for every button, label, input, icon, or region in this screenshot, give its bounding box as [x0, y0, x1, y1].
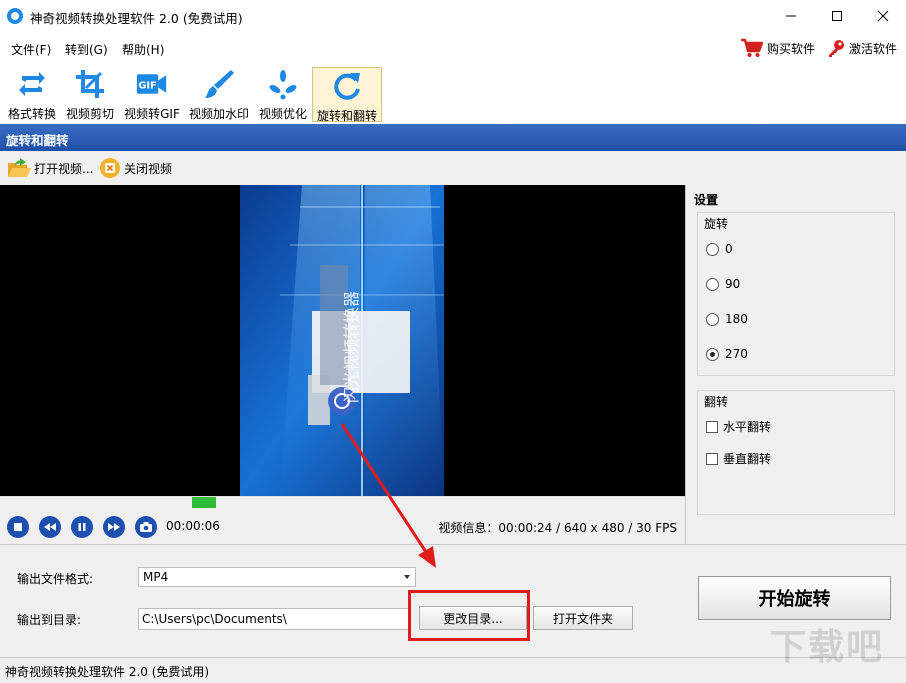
rotate-option-180[interactable]: 180 — [706, 312, 748, 326]
menu-file[interactable]: 文件(F) — [11, 41, 51, 58]
stop-icon — [14, 523, 22, 531]
rotate-radio[interactable] — [706, 347, 719, 361]
buy-software-button[interactable]: 购买软件 — [740, 36, 815, 60]
rotate-icon — [331, 70, 363, 102]
format-convert-icon — [16, 68, 48, 100]
buy-software-label: 购买软件 — [767, 41, 816, 56]
flip-horizontal-checkbox[interactable] — [706, 420, 718, 433]
output-dir-label: 输出到目录: — [17, 613, 82, 627]
camera-icon — [140, 522, 152, 532]
gif-text: GIF — [138, 80, 156, 91]
stop-button[interactable] — [7, 516, 29, 538]
status-text: 神奇视频转换处理软件 2.0 (免费试用) — [5, 665, 210, 679]
maximize-icon — [832, 11, 842, 21]
snapshot-button[interactable] — [135, 516, 157, 538]
video-frame-text: 闪光视频转换器 — [342, 290, 361, 403]
section-title: 旋转和翻转 — [6, 133, 69, 148]
sub-toolbar: 打开视频... 关闭视频 — [0, 151, 906, 185]
close-video-label: 关闭视频 — [124, 161, 173, 176]
menu-goto[interactable]: 转到(G) — [65, 41, 108, 58]
settings-title: 设置 — [694, 193, 719, 207]
rotate-option-0[interactable]: 0 — [706, 242, 733, 256]
tool-label: 视频加水印 — [188, 107, 249, 121]
rotate-option-90[interactable]: 90 — [706, 277, 740, 291]
tool-video-cut[interactable]: 视频剪切 — [62, 66, 118, 122]
minimize-button[interactable] — [768, 0, 814, 32]
open-folder-icon — [8, 158, 31, 177]
tool-label: 视频剪切 — [65, 107, 114, 121]
rotate-option-label: 0 — [725, 242, 733, 256]
playback-controls: 00:00:06 视频信息：00:00:24 / 640 x 480 / 30 … — [0, 508, 685, 544]
output-format-select[interactable]: MP4 — [138, 567, 416, 587]
annotation-highlight-box — [408, 590, 530, 641]
flip-vertical-label: 垂直翻转 — [723, 452, 772, 466]
activate-software-label: 激活软件 — [849, 41, 898, 56]
open-folder-button[interactable]: 打开文件夹 — [533, 606, 633, 630]
site-watermark: 下载吧 — [770, 627, 885, 668]
rewind-icon — [44, 523, 56, 531]
video-preview[interactable]: 闪光视频转换器 — [0, 185, 685, 496]
optimize-icon — [267, 68, 299, 100]
flip-group: 翻转 水平翻转 垂直翻转 — [697, 390, 895, 515]
rotate-option-label: 90 — [725, 277, 741, 291]
tool-watermark[interactable]: 视频加水印 — [187, 66, 251, 122]
tool-label: 旋转和翻转 — [316, 109, 377, 123]
flip-vertical-option[interactable]: 垂直翻转 — [706, 450, 771, 467]
key-icon — [829, 40, 844, 57]
close-window-button[interactable] — [860, 0, 906, 32]
settings-panel: 设置 旋转 0 90 180 270 翻转 水平翻转 垂直翻转 — [685, 185, 906, 544]
video-frame: 闪光视频转换器 — [240, 185, 444, 496]
title-bar: 神奇视频转换处理软件 2.0 (免费试用) — [0, 0, 906, 32]
minimize-icon — [786, 15, 796, 17]
rotate-radio[interactable] — [706, 242, 719, 256]
flip-vertical-checkbox[interactable] — [706, 452, 718, 465]
activate-software-button[interactable]: 激活软件 — [826, 36, 897, 60]
brush-icon — [203, 68, 235, 100]
tool-label: 视频转GIF — [124, 107, 180, 121]
rotate-option-label: 180 — [725, 312, 748, 326]
output-format-label: 输出文件格式: — [17, 572, 94, 586]
rotate-radio[interactable] — [706, 312, 719, 326]
tool-video-to-gif[interactable]: GIF 视频转GIF — [121, 66, 183, 122]
open-video-label: 打开视频... — [34, 161, 94, 176]
rotate-group: 旋转 0 90 180 270 — [697, 212, 895, 376]
close-icon — [877, 10, 889, 22]
rotate-radio[interactable] — [706, 277, 719, 291]
open-video-button[interactable]: 打开视频... — [7, 157, 93, 179]
maximize-button[interactable] — [814, 0, 860, 32]
main-toolbar: 格式转换 视频剪切 GIF 视频转GIF 视频加水印 视频优化 旋转和翻转 — [0, 62, 906, 124]
chevron-down-icon — [404, 575, 410, 579]
menu-help[interactable]: 帮助(H) — [122, 41, 164, 58]
window-title: 神奇视频转换处理软件 2.0 (免费试用) — [30, 11, 243, 26]
rotate-group-title: 旋转 — [704, 217, 729, 231]
gif-icon: GIF — [136, 68, 168, 100]
tool-video-optimize[interactable]: 视频优化 — [255, 66, 311, 122]
fast-forward-icon — [108, 523, 120, 531]
rotate-option-270[interactable]: 270 — [706, 347, 748, 361]
output-dir-input[interactable]: C:\Users\pc\Documents\ — [138, 608, 410, 630]
tool-rotate-flip[interactable]: 旋转和翻转 — [312, 67, 382, 123]
close-video-button[interactable]: 关闭视频 — [99, 157, 172, 179]
cart-icon — [741, 38, 764, 57]
tool-format-convert[interactable]: 格式转换 — [5, 66, 59, 122]
current-time: 00:00:06 — [166, 519, 220, 533]
video-info: 视频信息：00:00:24 / 640 x 480 / 30 FPS — [438, 521, 677, 535]
video-progress-bar[interactable] — [0, 496, 685, 509]
rewind-button[interactable] — [39, 516, 61, 538]
start-rotate-button[interactable]: 开始旋转 — [698, 576, 891, 620]
crop-icon — [74, 68, 106, 100]
output-format-value: MP4 — [143, 570, 169, 584]
pause-icon — [78, 523, 86, 531]
flip-horizontal-option[interactable]: 水平翻转 — [706, 418, 771, 435]
tool-label: 格式转换 — [7, 107, 56, 121]
close-video-icon — [100, 158, 120, 178]
app-logo-icon — [7, 8, 23, 24]
pause-button[interactable] — [71, 516, 93, 538]
flip-horizontal-label: 水平翻转 — [723, 420, 772, 434]
tool-label: 视频优化 — [258, 107, 307, 121]
flip-group-title: 翻转 — [704, 395, 729, 409]
rotate-option-label: 270 — [725, 347, 748, 361]
section-header: 旋转和翻转 — [0, 124, 906, 151]
fast-forward-button[interactable] — [103, 516, 125, 538]
